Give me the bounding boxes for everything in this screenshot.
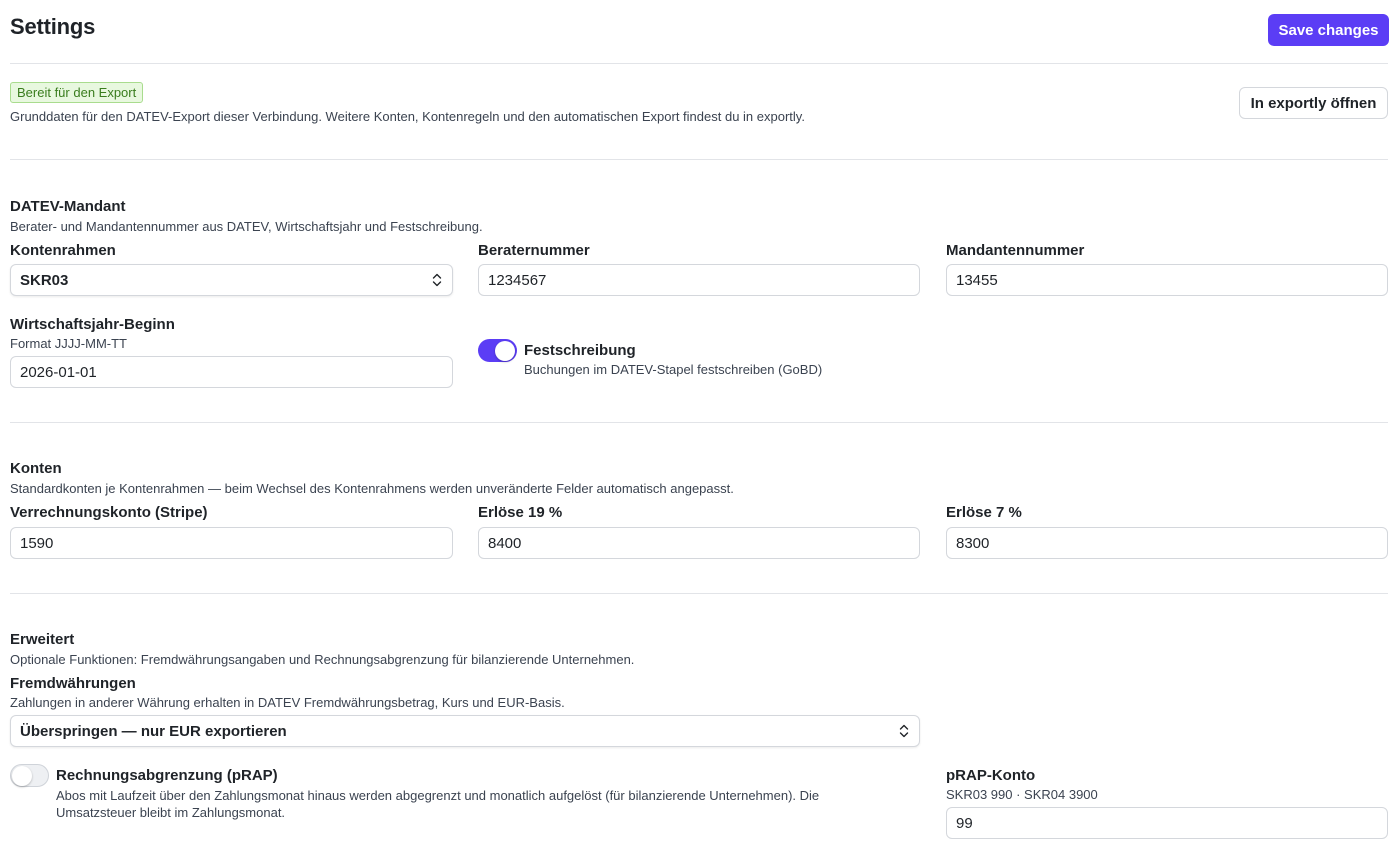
section-description-konten: Standardkonten je Kontenrahmen — beim We… <box>10 481 734 496</box>
kontenrahmen-value: SKR03 <box>20 271 69 289</box>
export-description: Grunddaten für den DATEV-Export dieser V… <box>10 109 805 124</box>
kontenrahmen-label: Kontenrahmen <box>10 242 116 259</box>
fremdwaehrungen-value: Überspringen — nur EUR exportieren <box>20 722 287 740</box>
section-title-erweitert: Erweitert <box>10 631 75 648</box>
prap-konto-input[interactable]: 99 <box>946 807 1388 839</box>
wirtschaftsjahr-hint: Format JJJJ-MM-TT <box>10 336 127 351</box>
save-changes-button[interactable]: Save changes <box>1268 14 1389 46</box>
verrechnungskonto-input[interactable]: 1590 <box>10 527 453 559</box>
section-title-mandant: DATEV-Mandant <box>10 198 126 215</box>
festschreibung-toggle[interactable] <box>478 339 517 362</box>
prap-label: Rechnungsabgrenzung (pRAP) <box>56 767 278 784</box>
chevron-updown-icon <box>432 273 442 287</box>
page-title: Settings <box>10 14 96 39</box>
prap-toggle[interactable] <box>10 764 49 787</box>
open-in-exportly-button[interactable]: In exportly öffnen <box>1239 87 1388 119</box>
kontenrahmen-select[interactable]: SKR03 <box>10 264 453 296</box>
divider <box>10 422 1388 423</box>
erloese-7-input[interactable]: 8300 <box>946 527 1388 559</box>
mandantennummer-input[interactable]: 13455 <box>946 264 1388 296</box>
festschreibung-hint: Buchungen im DATEV-Stapel festschreiben … <box>524 362 823 377</box>
divider <box>10 593 1388 594</box>
prap-konto-hint: SKR03 990 · SKR04 3900 <box>946 787 1098 802</box>
divider <box>10 159 1388 160</box>
beraternummer-input[interactable]: 1234567 <box>478 264 920 296</box>
fremdwaehrungen-select[interactable]: Überspringen — nur EUR exportieren <box>10 715 920 747</box>
status-badge: Bereit für den Export <box>10 82 144 103</box>
divider <box>10 63 1388 64</box>
erloese-19-label: Erlöse 19 % <box>478 504 563 521</box>
toggle-knob <box>12 765 32 786</box>
fremdwaehrungen-label: Fremdwährungen <box>10 675 136 692</box>
mandantennummer-label: Mandantennummer <box>946 242 1085 259</box>
prap-konto-label: pRAP-Konto <box>946 767 1036 784</box>
erloese-19-input[interactable]: 8400 <box>478 527 920 559</box>
wirtschaftsjahr-label: Wirtschaftsjahr-Beginn <box>10 316 175 333</box>
erloese-7-label: Erlöse 7 % <box>946 504 1022 521</box>
festschreibung-label: Festschreibung <box>524 342 636 359</box>
fremdwaehrungen-hint: Zahlungen in anderer Währung erhalten in… <box>10 695 565 710</box>
beraternummer-label: Beraternummer <box>478 242 590 259</box>
wirtschaftsjahr-input[interactable]: 2026-01-01 <box>10 356 453 388</box>
section-title-konten: Konten <box>10 460 62 477</box>
verrechnungskonto-label: Verrechnungskonto (Stripe) <box>10 504 208 521</box>
section-description-mandant: Berater- und Mandantennummer aus DATEV, … <box>10 219 483 234</box>
prap-hint-line1: Abos mit Laufzeit über den Zahlungsmonat… <box>56 788 820 803</box>
section-description-erweitert: Optionale Funktionen: Fremdwährungsangab… <box>10 652 635 667</box>
toggle-knob <box>495 340 515 361</box>
chevron-updown-icon <box>899 724 909 738</box>
prap-hint-line2: Umsatzsteuer bleibt im Zahlungsmonat. <box>56 805 286 820</box>
